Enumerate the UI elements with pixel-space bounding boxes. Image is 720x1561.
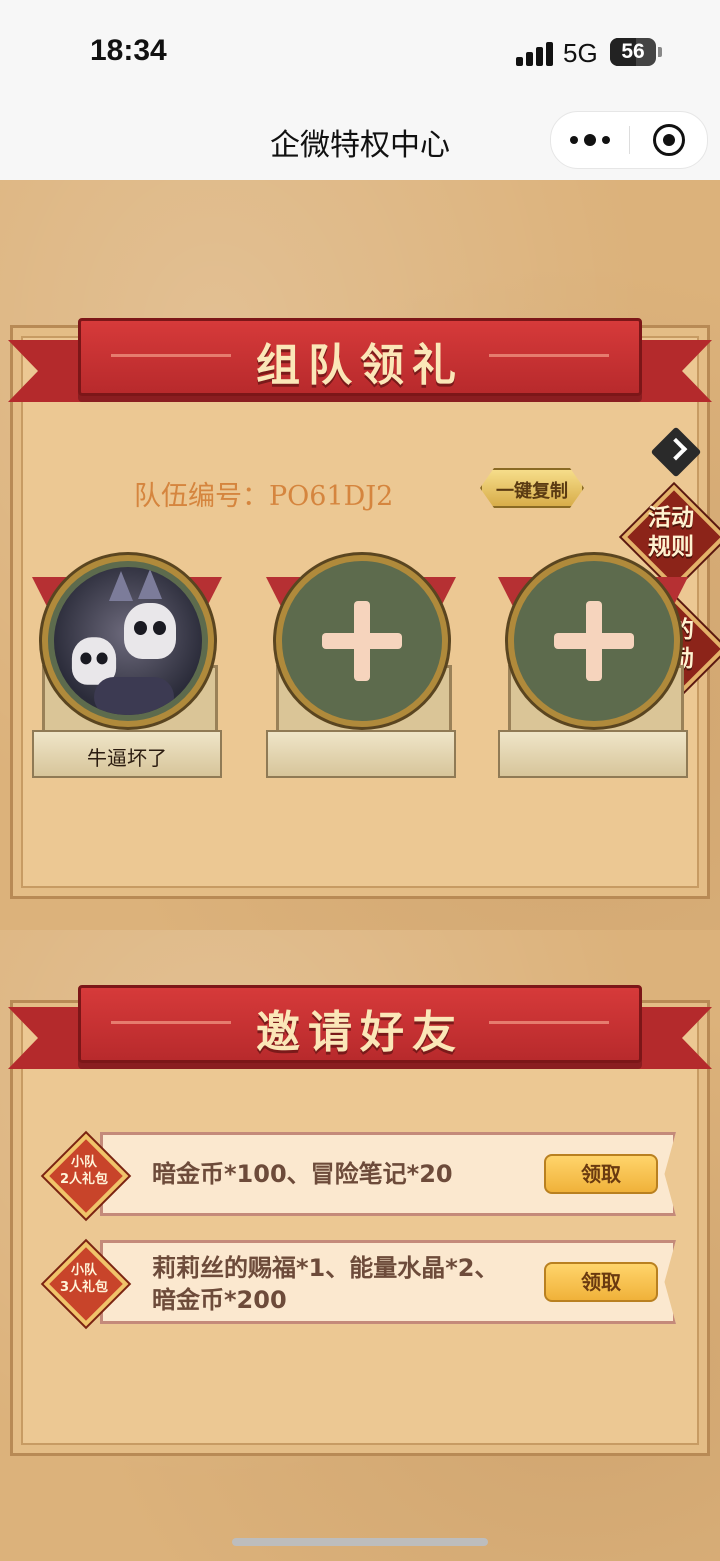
invite-ribbon: 邀请好友 (8, 985, 712, 1075)
close-target-icon[interactable] (653, 124, 685, 156)
member-avatar (42, 555, 214, 727)
team-ribbon: 组队领礼 (8, 318, 712, 408)
team-3-gift-badge: 小队 3人礼包 (43, 1241, 129, 1327)
invite-member-button[interactable] (508, 555, 680, 727)
capsule-divider (629, 126, 630, 154)
reward-description: 暗金币*100、冒险笔记*20 (152, 1160, 453, 1188)
invite-member-button[interactable] (276, 555, 448, 727)
member-name: 牛逼坏了 (87, 746, 167, 770)
team-section-title: 组队领礼 (256, 340, 464, 391)
status-time: 18:34 (90, 34, 167, 67)
home-indicator[interactable] (232, 1538, 488, 1546)
signal-icon (516, 42, 554, 66)
team-2-gift-badge: 小队 2人礼包 (43, 1133, 129, 1219)
claim-button[interactable]: 领取 (544, 1262, 658, 1302)
status-bar: 18:34 5G 56 (0, 0, 720, 100)
rules-label: 活动 规则 (648, 505, 694, 560)
claim-button[interactable]: 领取 (544, 1154, 658, 1194)
network-type: 5G (563, 38, 598, 68)
mini-program-capsule (550, 111, 708, 169)
member-slot-3[interactable] (498, 555, 688, 780)
more-dots-icon[interactable] (551, 112, 629, 168)
reward-row: 小队 3人礼包 莉莉丝的赐福*1、能量水晶*2、暗金币*200 领取 (43, 1240, 676, 1327)
member-slot-2[interactable] (266, 555, 456, 780)
copy-button-label: 一键复制 (496, 481, 568, 502)
invite-section-title: 邀请好友 (256, 1007, 464, 1058)
reward-row: 小队 2人礼包 暗金币*100、冒险笔记*20 领取 (43, 1132, 676, 1219)
avatar (54, 567, 202, 715)
team-id: 队伍编号：PO61DJ2 (134, 481, 394, 512)
battery-icon: 56 (610, 38, 662, 66)
member-slot-1[interactable]: 牛逼坏了 (32, 555, 222, 780)
copy-team-id-button[interactable]: 一键复制 (480, 468, 584, 508)
reward-description: 莉莉丝的赐福*1、能量水晶*2、暗金币*200 (152, 1254, 499, 1314)
battery-level: 56 (621, 40, 645, 63)
nav-bar: 企微特权中心 (0, 100, 720, 180)
